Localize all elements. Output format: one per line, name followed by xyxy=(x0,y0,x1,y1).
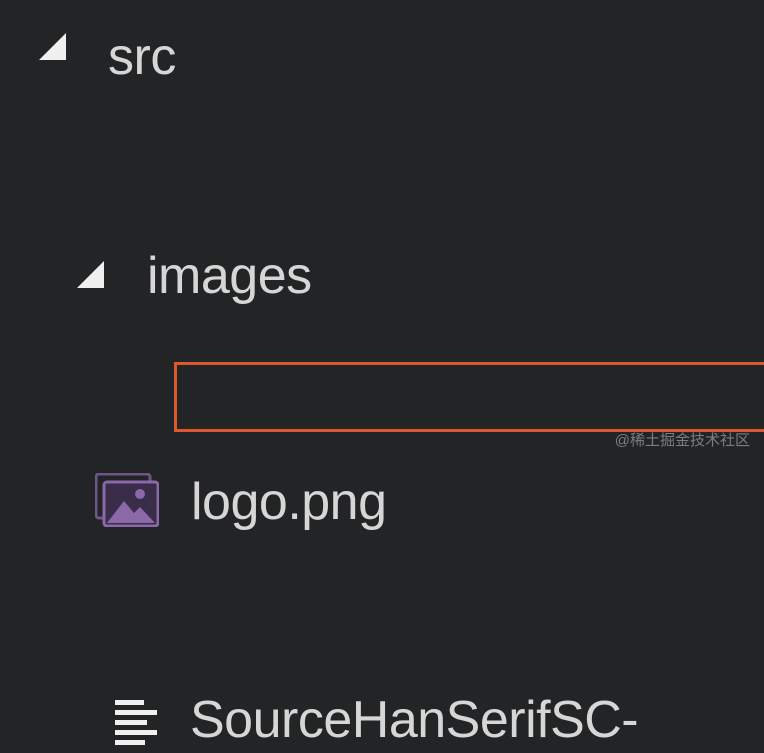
text-file-icon xyxy=(115,700,157,748)
tree-item-src[interactable]: src xyxy=(0,0,764,110)
tree-item-logo-png[interactable]: logo.png xyxy=(0,220,764,528)
tree-item-label: logo.png xyxy=(191,473,387,531)
file-explorer-tree: src images logo.png SourceHanSerifSC- xyxy=(0,0,764,746)
tree-item-images[interactable]: images xyxy=(0,110,764,302)
tree-item-sourcehanserifsc[interactable]: SourceHanSerifSC- xyxy=(0,330,764,746)
image-file-icon xyxy=(94,472,160,528)
chevron-down-icon[interactable] xyxy=(39,33,66,60)
watermark: @稀土掘金技术社区 xyxy=(614,432,750,449)
tree-item-label: src xyxy=(108,28,176,86)
tree-item-label: SourceHanSerifSC- xyxy=(190,691,639,749)
